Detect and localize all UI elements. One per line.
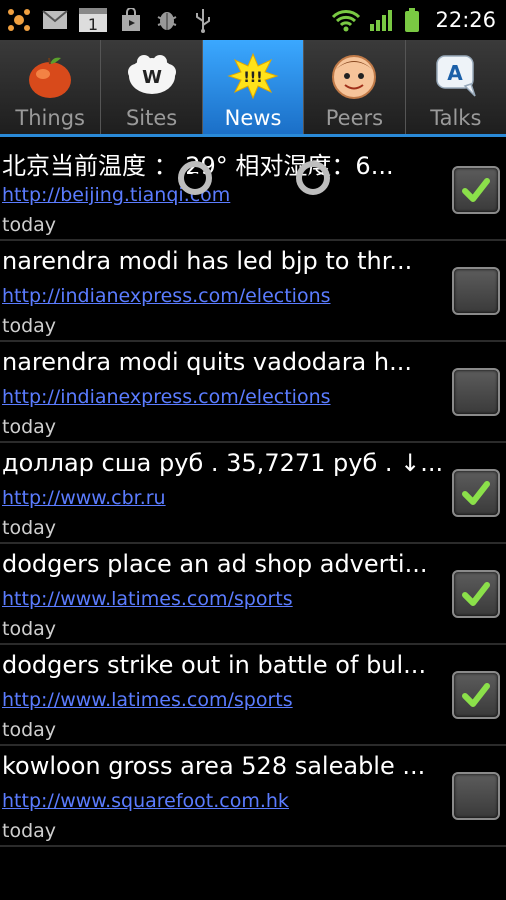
clock: 22:26: [435, 8, 496, 32]
system-icons: 22:26: [331, 3, 496, 37]
tab-talks-label: Talks: [430, 106, 482, 130]
svg-text:!!!: !!!: [243, 70, 262, 86]
news-date: today: [2, 820, 57, 842]
svg-text:1: 1: [88, 15, 98, 33]
news-checkbox[interactable]: [452, 469, 500, 517]
tab-news[interactable]: !!! News: [202, 40, 305, 134]
shopping-bag-icon: [118, 7, 144, 33]
tab-things[interactable]: Things: [0, 40, 102, 134]
checkmark-icon: [462, 481, 490, 505]
svg-text:W: W: [142, 67, 162, 88]
usb-icon: [190, 7, 216, 33]
list-item[interactable]: narendra modi has led bjp to thr... http…: [0, 241, 506, 342]
list-item[interactable]: narendra modi quits vadodara h... http:/…: [0, 342, 506, 443]
list-item[interactable]: 北京当前温度 ： 29° 相对湿度：6... http://beijing.ti…: [0, 140, 506, 241]
news-date: today: [2, 214, 57, 236]
news-date: today: [2, 517, 57, 539]
tab-things-label: Things: [15, 106, 85, 130]
tab-talks[interactable]: A Talks: [406, 40, 506, 134]
touch-indicator-icon: [296, 161, 330, 195]
app-logo-icon: [6, 7, 32, 33]
news-checkbox[interactable]: [452, 570, 500, 618]
news-title: narendra modi quits vadodara h...: [2, 348, 412, 376]
news-title: narendra modi has led bjp to thr...: [2, 247, 413, 275]
tab-peers[interactable]: Peers: [304, 40, 406, 134]
checkmark-icon: [462, 582, 490, 606]
apple-icon: [24, 52, 76, 100]
news-title: dodgers place an ad shop adverti...: [2, 550, 428, 578]
news-date: today: [2, 618, 57, 640]
cloud-w-icon: W: [126, 52, 178, 100]
list-item[interactable]: доллар сша руб . 35,7271 руб . ↓... http…: [0, 443, 506, 544]
checkmark-icon: [462, 683, 490, 707]
checkmark-icon: [462, 178, 490, 202]
news-link[interactable]: http://indianexpress.com/elections: [2, 285, 331, 307]
news-date: today: [2, 416, 57, 438]
calendar-icon: 1: [78, 7, 108, 33]
news-checkbox[interactable]: [452, 671, 500, 719]
list-item[interactable]: kowloon gross area 528 saleable ... http…: [0, 746, 506, 847]
news-title: dodgers strike out in battle of bul...: [2, 651, 427, 679]
wifi-icon: [331, 7, 361, 33]
android-debug-icon: [154, 7, 180, 33]
news-checkbox[interactable]: [452, 267, 500, 315]
battery-icon: [403, 7, 421, 33]
news-title: 北京当前温度 ： 29° 相对湿度：6...: [2, 152, 394, 180]
news-checkbox[interactable]: [452, 368, 500, 416]
gmail-icon: [42, 7, 68, 33]
news-date: today: [2, 315, 57, 337]
signal-icon: [369, 7, 395, 33]
starburst-icon: !!!: [227, 52, 279, 100]
face-icon: [328, 52, 380, 100]
news-link[interactable]: http://www.cbr.ru: [2, 487, 166, 509]
news-date: today: [2, 719, 57, 741]
tab-sites[interactable]: W Sites: [101, 40, 203, 134]
touch-indicator-icon: [178, 161, 212, 195]
tab-bar: Things W Sites !!! News Peers A Talks: [0, 40, 506, 137]
news-checkbox[interactable]: [452, 166, 500, 214]
news-link[interactable]: http://indianexpress.com/elections: [2, 386, 331, 408]
tab-sites-label: Sites: [125, 106, 178, 130]
speech-bubble-icon: A: [430, 52, 482, 100]
news-checkbox[interactable]: [452, 772, 500, 820]
news-link[interactable]: http://www.latimes.com/sports: [2, 689, 293, 711]
news-link[interactable]: http://www.squarefoot.com.hk: [2, 790, 289, 812]
news-title: доллар сша руб . 35,7271 руб . ↓...: [2, 449, 444, 477]
list-item[interactable]: dodgers place an ad shop adverti... http…: [0, 544, 506, 645]
news-list: 北京当前温度 ： 29° 相对湿度：6... http://beijing.ti…: [0, 140, 506, 847]
status-bar: 1 22:26: [0, 0, 506, 40]
tab-news-label: News: [224, 106, 282, 130]
news-link[interactable]: http://www.latimes.com/sports: [2, 588, 293, 610]
svg-text:A: A: [447, 61, 463, 85]
tab-peers-label: Peers: [325, 106, 384, 130]
notification-icons: 1: [6, 3, 216, 37]
list-item[interactable]: dodgers strike out in battle of bul... h…: [0, 645, 506, 746]
news-title: kowloon gross area 528 saleable ...: [2, 752, 426, 780]
